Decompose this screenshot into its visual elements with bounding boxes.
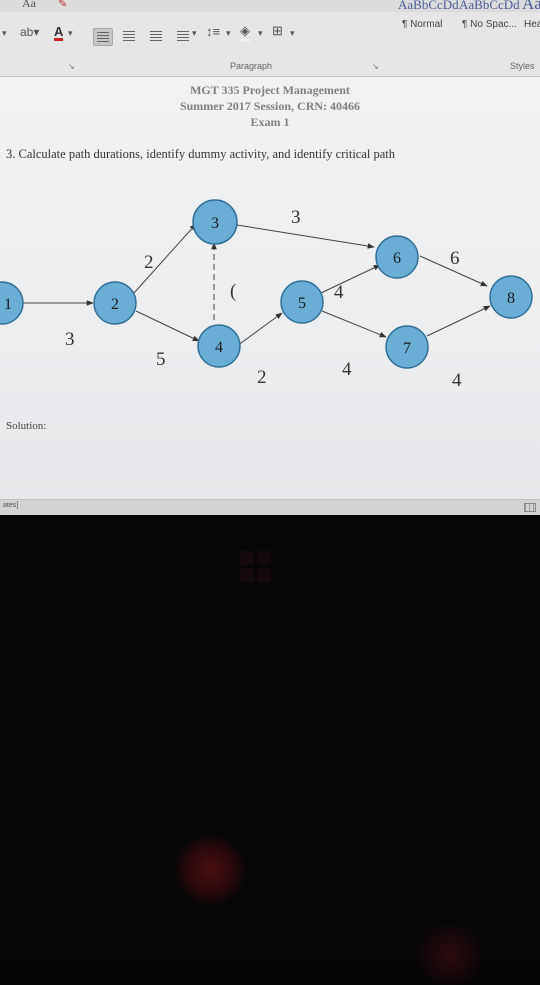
node-2-label: 2 (111, 296, 119, 313)
node-2: 2 (93, 281, 137, 325)
align-right-button[interactable] (147, 28, 165, 44)
borders-icon[interactable]: ⊞ (272, 23, 283, 39)
edge-label-5-7: 4 (342, 359, 352, 380)
edge-label-7-8: 4 (452, 370, 462, 391)
paragraph-group-label: Paragraph (230, 61, 273, 71)
edge-label-2-4: 5 (156, 349, 166, 370)
edge-label-6-8: 6 (450, 248, 460, 269)
style-normal-sample[interactable]: AaBbCcDd (398, 0, 459, 13)
edge-label-2-3: 2 (144, 252, 154, 273)
edge-4-5 (236, 312, 283, 347)
node-6: 6 (375, 235, 419, 279)
style-heading-sample[interactable]: Aa (522, 0, 540, 14)
status-bar: ates] (0, 499, 540, 515)
style-normal[interactable]: ¶ Normal (402, 19, 442, 30)
edge-7-8 (426, 305, 491, 337)
style-no-spacing[interactable]: ¶ No Spac... (462, 19, 517, 30)
shading-icon[interactable]: ◈ (240, 23, 250, 42)
solution-label: Solution: (6, 420, 47, 432)
align-center-icon (123, 31, 135, 41)
font-group-launcher-icon[interactable]: ↘ (68, 62, 75, 71)
node-4-label: 4 (215, 339, 223, 356)
document-area[interactable]: MGT 335 Project Management Summer 2017 S… (0, 77, 540, 499)
edge-label-5-6: 4 (334, 282, 344, 303)
align-right-icon (150, 31, 162, 41)
clear-format-icon[interactable]: ✎ (58, 0, 67, 10)
align-center-button[interactable] (120, 28, 138, 44)
node-3: 3 (192, 199, 238, 245)
node-5: 5 (280, 280, 324, 324)
node-1-label: 1 (4, 296, 12, 313)
power-light-reflection (175, 835, 245, 905)
node-7-label: 7 (403, 340, 411, 357)
node-3-label: 3 (211, 215, 219, 232)
justify-dropdown-icon[interactable]: ▾ (192, 28, 197, 39)
node-8-label: 8 (507, 290, 515, 307)
style-heading[interactable]: Hea (524, 19, 540, 30)
line-spacing-icon[interactable]: ↕≡ (206, 24, 220, 39)
edge-label-4-3: ( (230, 281, 236, 302)
change-case-button[interactable]: Aa (22, 0, 36, 11)
justify-button[interactable] (174, 28, 192, 44)
monitor-bezel (0, 515, 540, 985)
line-spacing-dropdown-icon[interactable]: ▾ (226, 28, 231, 39)
edge-label-4-5: 2 (257, 367, 267, 388)
highlight-color-icon[interactable]: ab▾ (20, 25, 39, 39)
node-6-label: 6 (393, 250, 401, 267)
network-diagram: 3 2 5 ( 3 2 4 4 6 4 1 2 3 4 5 6 7 8 (0, 199, 533, 391)
more-dropdown-icon[interactable]: ▾ (2, 28, 7, 39)
ribbon: Aa ✎ ▾ ab▾ A ▾ ▾ ↕≡ ▾ ◈ ▾ ⊞ ▾ AaBbCcDd ¶… (0, 0, 540, 77)
borders-dropdown-icon[interactable]: ▾ (290, 28, 295, 39)
node-7: 7 (385, 325, 429, 369)
font-color-dropdown-icon[interactable]: ▾ (68, 28, 73, 39)
node-4: 4 (197, 324, 241, 368)
align-left-button[interactable] (93, 28, 113, 46)
edge-label-3-6: 3 (291, 207, 301, 228)
align-left-icon (97, 32, 109, 42)
read-mode-view-icon[interactable] (524, 503, 536, 512)
edge-5-6 (320, 264, 381, 294)
status-text[interactable]: ates] (3, 502, 18, 509)
windows-logo-icon (240, 551, 272, 583)
styles-group-label: Styles (510, 61, 535, 71)
paragraph-group-launcher-icon[interactable]: ↘ (372, 62, 379, 71)
edge-label-1-2: 3 (65, 329, 75, 350)
shading-dropdown-icon[interactable]: ▾ (258, 28, 263, 39)
justify-icon (177, 31, 189, 41)
node-8: 8 (489, 275, 533, 319)
node-5-label: 5 (298, 295, 306, 312)
style-no-spacing-sample[interactable]: AaBbCcDd (459, 0, 520, 13)
document-page[interactable]: MGT 335 Project Management Summer 2017 S… (0, 77, 540, 499)
light-reflection (410, 925, 490, 985)
node-1: 1 (0, 281, 24, 325)
font-color-icon[interactable]: A (54, 25, 64, 41)
edge-5-7 (321, 310, 387, 338)
edge-3-6 (236, 224, 375, 249)
edge-2-4 (135, 310, 200, 342)
word-window: Aa ✎ ▾ ab▾ A ▾ ▾ ↕≡ ▾ ◈ ▾ ⊞ ▾ AaBbCcDd ¶… (0, 0, 540, 515)
